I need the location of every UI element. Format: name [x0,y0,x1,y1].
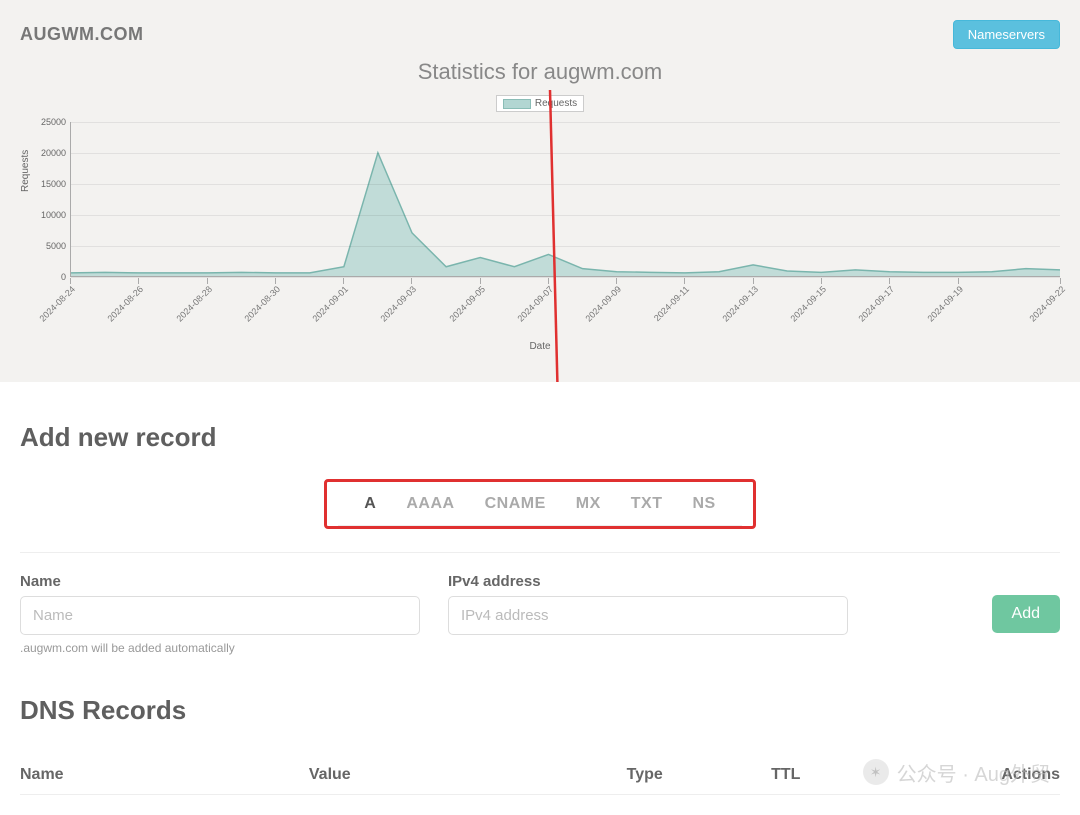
domain-title: AUGWM.COM [20,24,143,45]
x-tick-label: 2024-09-01 [311,284,351,324]
value-input[interactable] [448,596,848,635]
x-tick-label: 2024-09-11 [652,284,691,323]
record-type-tab-cname[interactable]: CNAME [485,495,546,513]
watermark-text: 公众号 · Aug外贸 [897,758,1050,787]
records-col-type: Type [627,766,771,784]
x-tick-label: 2024-08-24 [37,284,77,324]
name-input[interactable] [20,596,420,635]
x-tick-label: 2024-08-30 [242,284,282,324]
record-type-tab-mx[interactable]: MX [576,495,601,513]
record-type-tabs: AAAAACNAMEMXTXTNS [338,483,741,526]
x-tick-label: 2024-09-22 [1027,284,1067,324]
record-type-tab-aaaa[interactable]: AAAA [406,495,454,513]
chart: Requests 0500010000150002000025000 2024-… [20,122,1060,352]
x-tick-label: 2024-08-28 [174,284,214,324]
legend-swatch-requests [503,99,531,109]
chart-legend: Requests [20,95,1060,114]
dns-records-heading: DNS Records [20,695,1060,726]
record-type-tab-a[interactable]: A [364,495,376,513]
x-tick-label: 2024-09-17 [857,284,897,324]
record-type-tab-txt[interactable]: TXT [631,495,663,513]
x-tick-label: 2024-09-15 [788,284,828,324]
y-tick-label: 5000 [36,241,66,251]
x-tick-label: 2024-09-03 [379,284,419,324]
y-tick-label: 20000 [36,148,66,158]
wechat-icon: ✶ [863,759,889,785]
y-tick-label: 25000 [36,117,66,127]
y-tick-label: 10000 [36,210,66,220]
x-tick-label: 2024-09-19 [925,284,965,324]
x-tick-label: 2024-08-26 [106,284,146,324]
watermark: ✶ 公众号 · Aug外贸 [863,758,1050,787]
y-tick-label: 15000 [36,179,66,189]
stats-title: Statistics for augwm.com [20,59,1060,85]
x-tick-label: 2024-09-07 [515,284,555,324]
legend-label: Requests [535,98,577,109]
chart-xlabel: Date [20,341,1060,352]
nameservers-button[interactable]: Nameservers [953,20,1060,49]
chart-ylabel: Requests [20,149,31,191]
value-field-label: IPv4 address [448,573,848,590]
dns-management-panel: Add new record AAAAACNAMEMXTXTNS Name .a… [0,382,1080,815]
x-tick-label: 2024-09-09 [584,284,624,324]
x-tick-label: 2024-09-05 [447,284,487,324]
x-tick-label: 2024-09-13 [720,284,760,324]
y-tick-label: 0 [36,272,66,282]
add-record-button[interactable]: Add [992,595,1060,633]
records-col-value: Value [309,766,627,784]
record-type-tab-ns[interactable]: NS [692,495,715,513]
records-col-name: Name [20,766,309,784]
name-field-label: Name [20,573,420,590]
name-field-hint: .augwm.com will be added automatically [20,641,420,655]
add-record-heading: Add new record [20,422,1060,453]
statistics-panel: AUGWM.COM Nameservers Statistics for aug… [0,0,1080,382]
